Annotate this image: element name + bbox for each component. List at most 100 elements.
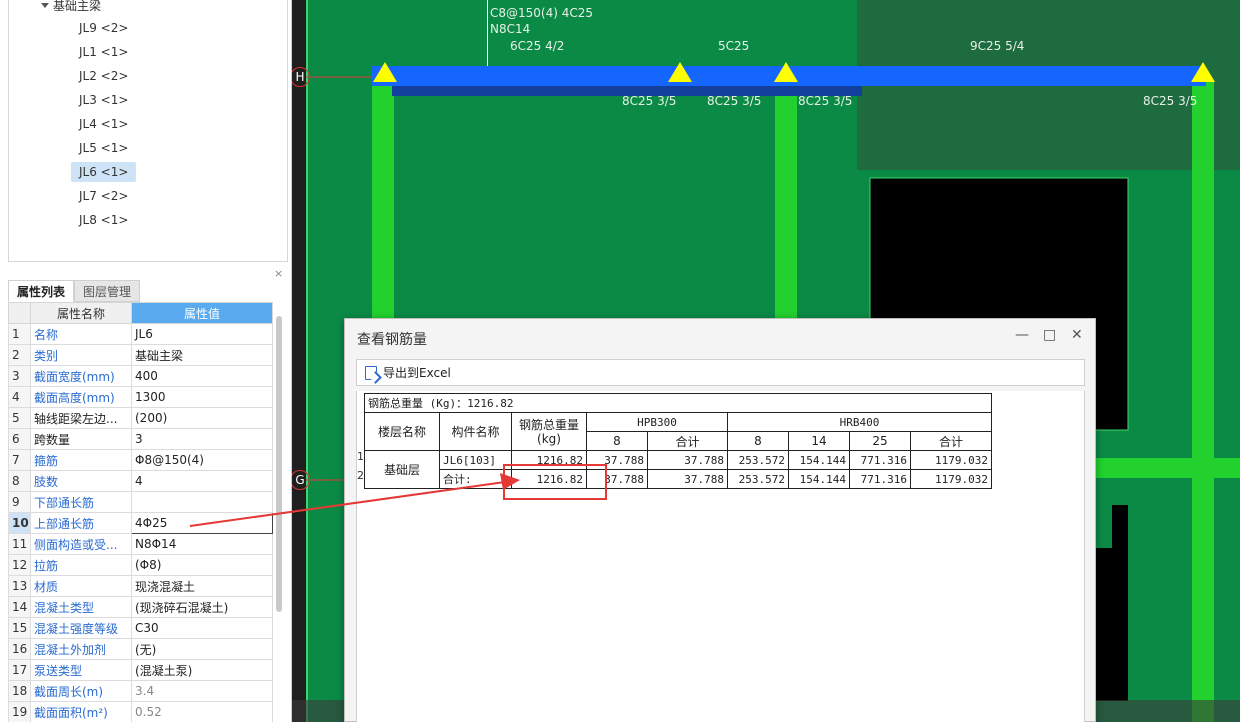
cell-value: 1179.032 — [910, 469, 992, 489]
tree-item-jl1[interactable]: JL1 <1> — [71, 42, 136, 62]
row-number-2: 2 — [357, 469, 364, 482]
property-value[interactable]: 3.4 — [131, 680, 273, 702]
property-row-number: 19 — [8, 701, 31, 722]
property-row[interactable]: 15 混凝土强度等级 C30 — [8, 617, 273, 639]
tree-group-foundation-main-beam[interactable]: 基础主梁 — [41, 0, 101, 14]
property-name: 截面高度(mm) — [30, 386, 132, 408]
dialog-content: 1 2 钢筋总重量 (Kg)：1216.82 楼层名称 构件名称 钢筋总重量(k… — [356, 391, 1085, 722]
beam-horizontal-lower — [1092, 458, 1240, 478]
maximize-icon[interactable]: □ — [1043, 327, 1056, 343]
cell-member: JL6[103] — [439, 450, 512, 470]
leader-line — [487, 0, 488, 66]
cad-label-span3-top: 9C25 5/4 — [970, 39, 1025, 53]
table-row: 合计: 1216.82 37.788 37.788 253.572 154.14… — [365, 469, 992, 489]
property-value[interactable]: (无) — [131, 638, 273, 660]
property-row[interactable]: 1 名称 JL6 — [8, 323, 273, 345]
property-row[interactable]: 4 截面高度(mm) 1300 — [8, 386, 273, 408]
property-value[interactable] — [131, 491, 273, 513]
property-value[interactable]: 1300 — [131, 386, 273, 408]
tree-item-jl4[interactable]: JL4 <1> — [71, 114, 136, 134]
property-value[interactable]: 3 — [131, 428, 273, 450]
cell-value: 253.572 — [727, 469, 789, 489]
close-icon[interactable]: ✕ — [1071, 327, 1083, 343]
property-table: 属性名称 属性值 1 名称 JL6 2 类别 基础主梁 3 截面宽度(mm) 400 4 截面高度(… — [8, 302, 273, 722]
property-row[interactable]: 10 上部通长筋 4Φ25 — [8, 512, 273, 534]
export-excel-button[interactable]: 导出到Excel — [361, 363, 455, 383]
property-value[interactable]: Φ8@150(4) — [131, 449, 273, 471]
property-row[interactable]: 2 类别 基础主梁 — [8, 344, 273, 366]
cad-label-bottom-3: 8C25 3/5 — [798, 94, 853, 108]
property-value[interactable]: 4 — [131, 470, 273, 492]
property-row-number: 8 — [8, 470, 31, 492]
property-value[interactable]: 0.52 — [131, 701, 273, 722]
property-row[interactable]: 6 跨数量 3 — [8, 428, 273, 450]
header-property-name: 属性名称 — [30, 302, 132, 324]
total-weight-line: 钢筋总重量 (Kg)：1216.82 — [364, 393, 992, 413]
property-name: 下部通长筋 — [30, 491, 132, 513]
property-name: 混凝土强度等级 — [30, 617, 132, 639]
property-row[interactable]: 13 材质 现浇混凝土 — [8, 575, 273, 597]
property-name: 截面周长(m) — [30, 680, 132, 702]
tab-layer-management[interactable]: 图层管理 — [74, 280, 141, 302]
cad-label-span2-top: 5C25 — [718, 39, 750, 53]
expand-triangle-icon[interactable] — [41, 2, 49, 8]
property-row-number: 14 — [8, 596, 31, 618]
property-value[interactable]: C30 — [131, 617, 273, 639]
panel-close-icon[interactable]: × — [274, 267, 283, 280]
property-row[interactable]: 12 拉筋 (Φ8) — [8, 554, 273, 576]
property-value[interactable]: 现浇混凝土 — [131, 575, 273, 597]
property-row[interactable]: 19 截面面积(m²) 0.52 — [8, 701, 273, 722]
tree-item-jl6[interactable]: JL6 <1> — [71, 162, 137, 182]
tree-item-jl9[interactable]: JL9 <2> — [71, 18, 136, 38]
property-value[interactable]: N8Φ14 — [131, 533, 273, 555]
rebar-table: 钢筋总重量 (Kg)：1216.82 楼层名称 构件名称 钢筋总重量(kg) H… — [364, 393, 992, 489]
cell-value: 37.788 — [647, 469, 728, 489]
property-value[interactable]: (Φ8) — [131, 554, 273, 576]
tree-item-jl3[interactable]: JL3 <1> — [71, 90, 136, 110]
property-value[interactable]: 基础主梁 — [131, 344, 273, 366]
property-value[interactable]: (200) — [131, 407, 273, 429]
dialog-toolbar: 导出到Excel — [356, 359, 1085, 386]
tab-property-list[interactable]: 属性列表 — [8, 280, 75, 302]
cad-label-span1-top: 6C25 4/2 — [510, 39, 565, 53]
component-tree: 基础主梁 JL9 <2> JL1 <1> JL2 <2> JL3 <1> JL4… — [8, 0, 288, 262]
property-name: 肢数 — [30, 470, 132, 492]
property-name: 截面面积(m²) — [30, 701, 132, 722]
property-row[interactable]: 17 泵送类型 (混凝土泵) — [8, 659, 273, 681]
property-value[interactable]: (现浇碎石混凝土) — [131, 596, 273, 618]
property-row[interactable]: 14 混凝土类型 (现浇碎石混凝土) — [8, 596, 273, 618]
tree-item-jl5[interactable]: JL5 <1> — [71, 138, 136, 158]
export-icon — [365, 366, 377, 380]
cell-value: 37.788 — [647, 450, 728, 470]
tree-item-jl8[interactable]: JL8 <1> — [71, 210, 136, 230]
tree-group-label: 基础主梁 — [53, 0, 102, 13]
tree-item-jl7[interactable]: JL7 <2> — [71, 186, 136, 206]
property-scrollbar[interactable] — [276, 316, 282, 612]
property-row[interactable]: 5 轴线距梁左边... (200) — [8, 407, 273, 429]
minimize-icon[interactable]: — — [1015, 327, 1029, 343]
property-row-number: 5 — [8, 407, 31, 429]
property-row[interactable]: 18 截面周长(m) 3.4 — [8, 680, 273, 702]
property-row-number: 10 — [8, 512, 31, 534]
cell-value: 1179.032 — [910, 450, 992, 470]
header-property-value: 属性值 — [131, 302, 273, 324]
cell-floor-name: 基础层 — [364, 450, 440, 489]
property-name: 拉筋 — [30, 554, 132, 576]
property-row-number: 4 — [8, 386, 31, 408]
property-row[interactable]: 8 肢数 4 — [8, 470, 273, 492]
property-row[interactable]: 16 混凝土外加剂 (无) — [8, 638, 273, 660]
property-value[interactable]: (混凝土泵) — [131, 659, 273, 681]
property-row[interactable]: 3 截面宽度(mm) 400 — [8, 365, 273, 387]
header-hrb-subtotal: 合计 — [910, 431, 992, 451]
property-row[interactable]: 11 侧面构造或受... N8Φ14 — [8, 533, 273, 555]
property-row[interactable]: 9 下部通长筋 — [8, 491, 273, 513]
annotation-highlight-box — [503, 464, 607, 500]
property-value[interactable]: JL6 — [131, 323, 273, 345]
property-row-number: 15 — [8, 617, 31, 639]
tree-item-jl2[interactable]: JL2 <2> — [71, 66, 136, 86]
property-value[interactable]: 4Φ25 — [131, 512, 273, 534]
header-hpb-8: 8 — [586, 431, 648, 451]
property-value[interactable]: 400 — [131, 365, 273, 387]
property-row[interactable]: 7 箍筋 Φ8@150(4) — [8, 449, 273, 471]
property-name: 上部通长筋 — [30, 512, 132, 534]
